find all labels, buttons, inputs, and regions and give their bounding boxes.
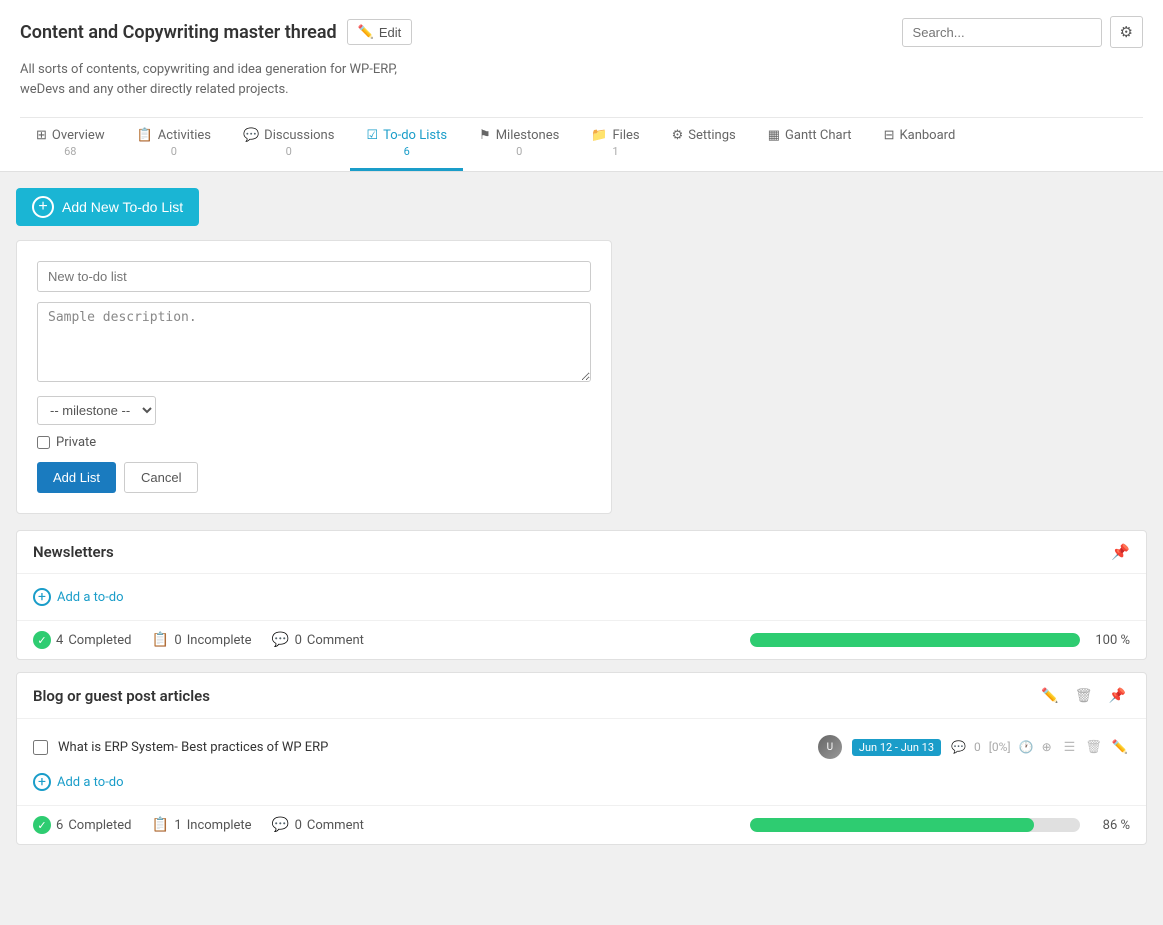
gantt-icon: ▦ [768,128,780,143]
newsletters-completed-stat: ✓ 4 Completed [33,631,131,649]
check-circle-icon-blog: ✓ [33,816,51,834]
edit-section-button[interactable]: ✏️ [1037,685,1062,706]
kanboard-icon: ⊟ [884,128,895,143]
add-todo-link-newsletters[interactable]: + Add a to-do [33,582,1130,612]
avatar: U [818,735,842,759]
page-title: Content and Copywriting master thread [20,22,337,43]
header: Content and Copywriting master thread ✏️… [0,0,1163,172]
add-new-todo-list-button[interactable]: + Add New To-do List [16,188,199,226]
add-icon[interactable]: ⊕ [1042,740,1052,754]
private-label: Private [56,435,96,450]
nav-tabs: ⊞ Overview 68 📋 Activities 0 💬 Discussio… [20,117,1143,171]
add-list-button[interactable]: Add List [37,462,116,493]
new-todo-list-form: Sample description. -- milestone -- Priv… [16,240,612,514]
clipboard-icon-blog: 📋 [151,816,169,834]
blog-articles-actions: ✏️ 🗑 📌 [1037,685,1130,706]
milestone-select[interactable]: -- milestone -- [37,396,156,425]
blog-progress: 86 % [750,818,1130,833]
edit-button[interactable]: ✏️ Edit [347,19,413,45]
progress-percentage: 100 % [1090,633,1130,648]
progress-bar-background [750,633,1080,647]
newsletters-title: Newsletters [33,543,114,561]
pin-section-button[interactable]: 📌 [1105,685,1130,706]
blog-comment-stat: 💬 0 Comment [272,816,364,834]
clipboard-icon: 📋 [151,631,169,649]
progress-badge: [0%] [989,740,1011,754]
comment-icon-blog: 💬 [272,816,290,834]
newsletters-comment-stat: 💬 0 Comment [272,631,364,649]
plus-icon-blog: + [33,773,51,791]
milestones-icon: ⚑ [479,128,491,143]
check-circle-icon: ✓ [33,631,51,649]
tab-milestones[interactable]: ⚑ Milestones 0 [463,118,575,171]
settings-icon: ⚙ [672,128,684,143]
todo-item-delete-button[interactable]: 🗑 [1083,737,1104,757]
tab-gantt[interactable]: ▦ Gantt Chart [752,118,868,171]
todo-list-description-input[interactable]: Sample description. [37,302,591,382]
activities-icon: 📋 [137,128,153,143]
blog-articles-title: Blog or guest post articles [33,687,210,705]
todo-list-title-input[interactable] [37,261,591,292]
progress-bar-fill [750,633,1080,647]
tab-discussions[interactable]: 💬 Discussions 0 [227,118,350,171]
todo-date-badge: Jun 12 - Jun 13 [852,739,941,756]
delete-section-button[interactable]: 🗑 [1071,685,1097,706]
search-input[interactable] [902,18,1102,47]
plus-icon: + [33,588,51,606]
blog-completed-stat: ✓ 6 Completed [33,816,131,834]
main-content: + Add New To-do List Sample description.… [0,172,1163,873]
overview-icon: ⊞ [36,128,47,143]
newsletters-section: Newsletters 📌 + Add a to-do ✓ 4 Complete… [16,530,1147,660]
tab-overview[interactable]: ⊞ Overview 68 [20,118,121,171]
search-area: ⚙ [902,16,1143,48]
add-todo-link-blog[interactable]: + Add a to-do [33,767,1130,797]
todo-item-edit-button[interactable]: ✏️ [1110,737,1130,757]
newsletters-progress: 100 % [750,633,1130,648]
files-icon: 📁 [591,128,607,143]
tab-settings[interactable]: ⚙ Settings [656,118,752,171]
comment-icon: 💬 [272,631,290,649]
project-description: All sorts of contents, copywriting and i… [20,60,1143,113]
newsletters-incomplete-stat: 📋 0 Incomplete [151,631,251,649]
todo-icon: ☑ [366,128,378,143]
discussions-icon: 💬 [243,128,259,143]
todo-item: What is ERP System- Best practices of WP… [33,727,1130,767]
settings-gear-button[interactable]: ⚙ [1110,16,1143,48]
blog-articles-section: Blog or guest post articles ✏️ 🗑 📌 What … [16,672,1147,845]
pencil-icon: ✏️ [358,24,374,40]
comment-count-icon: 💬 [951,740,966,754]
blog-progress-bar-fill [750,818,1034,832]
blog-progress-percentage: 86 % [1090,818,1130,833]
todo-item-label: What is ERP System- Best practices of WP… [58,740,808,755]
private-checkbox[interactable] [37,436,50,449]
plus-circle-icon: + [32,196,54,218]
tab-files[interactable]: 📁 Files 1 [575,118,655,171]
clock-icon: 🕐 [1019,740,1034,754]
tab-activities[interactable]: 📋 Activities 0 [121,118,227,171]
tab-kanboard[interactable]: ⊟ Kanboard [868,118,972,171]
blog-progress-bar-background [750,818,1080,832]
todo-item-checkbox[interactable] [33,740,48,755]
todo-item-actions: ☰ 🗑 ✏️ [1062,737,1130,757]
blog-incomplete-stat: 📋 1 Incomplete [151,816,251,834]
todo-item-meta: 💬 0 [0%] 🕐 ⊕ [951,740,1052,754]
pin-icon: 📌 [1111,543,1130,561]
tab-todo-lists[interactable]: ☑ To-do Lists 6 [350,118,463,171]
todo-item-menu-button[interactable]: ☰ [1062,737,1078,757]
newsletters-actions: 📌 [1111,543,1130,561]
cancel-button[interactable]: Cancel [124,462,198,493]
